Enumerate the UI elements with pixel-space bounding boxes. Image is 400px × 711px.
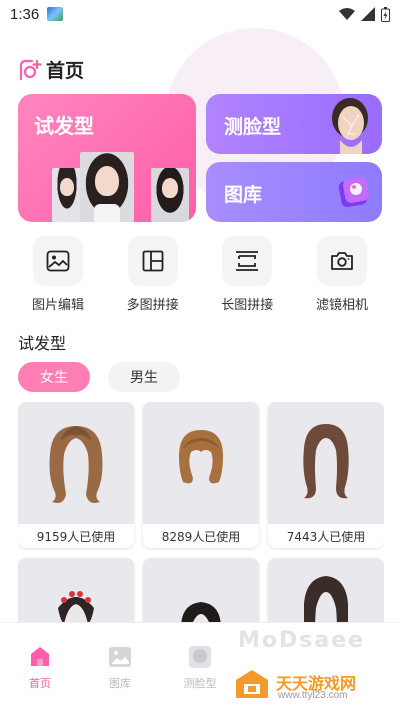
nav-label: 首页 (29, 677, 51, 690)
status-time: 1:36 (10, 5, 40, 23)
hairstyle-image (18, 558, 134, 622)
gallery-notification-icon (47, 7, 64, 21)
gender-tabs: 女生 男生 (18, 362, 180, 392)
tool-icon-box (127, 236, 178, 286)
page-header: 首页 (18, 56, 84, 83)
hair-wig-illustration (179, 430, 223, 484)
hairstyle-section-title: 试发型 (18, 334, 67, 353)
long-image-icon (236, 251, 259, 271)
tool-filter-camera[interactable]: 滤镜相机 (302, 236, 382, 313)
hair-wig-illustration (49, 426, 103, 503)
hair-wig-illustration (303, 424, 349, 499)
nav-home[interactable]: 首页 (0, 623, 80, 711)
tool-label: 长图拼接 (221, 298, 274, 313)
nav-gallery[interactable]: 图库 (80, 623, 160, 711)
grid-layout-icon (142, 250, 164, 272)
watermark-url: www.ttyl23.com (278, 690, 348, 701)
page-title: 首页 (46, 60, 85, 82)
hair-wig-illustration (58, 591, 94, 622)
hairstyle-item[interactable] (143, 558, 259, 622)
hairstyle-image (143, 558, 259, 622)
battery-icon (381, 6, 390, 22)
watermark-logo-icon (236, 670, 268, 698)
usage-count: 8289人已使用 (161, 529, 241, 544)
hair-wig-illustration (304, 576, 348, 622)
model-photo-center (80, 152, 134, 222)
wifi-icon (339, 8, 355, 20)
try-hairstyle-label: 试发型 (34, 114, 94, 138)
hairstyle-item[interactable]: 7443人已使用 (268, 402, 384, 548)
gallery-card[interactable]: 图库 (206, 162, 382, 222)
tool-icon-box (222, 236, 273, 286)
tool-label: 滤镜相机 (315, 298, 368, 313)
hairstyle-image (268, 558, 384, 622)
model-photo-right (151, 168, 189, 222)
tool-label: 多图拼接 (126, 298, 179, 313)
hairstyle-image (143, 402, 259, 524)
nav-label: 测脸型 (183, 677, 217, 690)
image-edit-icon (46, 250, 70, 272)
hair-wig-illustration (181, 602, 221, 622)
gallery-3d-icon (338, 177, 369, 208)
status-bar: 1:36 (0, 0, 400, 28)
tools-row: 图片编辑 多图拼接 长图拼接 滤镜相机 (18, 236, 382, 313)
app-logo-icon (19, 59, 42, 80)
home-icon (31, 647, 49, 666)
gallery-icon (109, 647, 131, 667)
face-shape-test-label: 测脸型 (224, 116, 282, 138)
face-scan-illustration (332, 98, 368, 154)
face-scan-icon (189, 646, 211, 668)
tool-icon-box (316, 236, 367, 286)
nav-label: 图库 (109, 677, 131, 690)
hairstyle-item[interactable] (18, 558, 134, 622)
hairstyle-item[interactable]: 8289人已使用 (143, 402, 259, 548)
gallery-label: 图库 (224, 184, 263, 206)
hairstyle-item[interactable]: 9159人已使用 (18, 402, 134, 548)
model-photo-left (52, 168, 82, 222)
tool-label: 图片编辑 (31, 298, 84, 313)
usage-count: 9159人已使用 (36, 529, 116, 544)
tab-male[interactable]: 男生 (108, 362, 180, 392)
tool-multi-collage[interactable]: 多图拼接 (113, 236, 193, 313)
tool-image-edit[interactable]: 图片编辑 (18, 236, 98, 313)
signal-icon (361, 7, 375, 21)
tab-female[interactable]: 女生 (18, 362, 90, 392)
watermark: MoDsaee 天天游戏网 www.ttyl23.com (230, 628, 400, 704)
hairstyle-image (18, 402, 134, 524)
usage-count: 7443人已使用 (286, 529, 366, 544)
watermark-ghost-text: MoDsaee (238, 628, 366, 653)
hairstyle-grid: 9159人已使用 8289人已使用 7443人已使用 (18, 402, 384, 622)
try-hairstyle-card[interactable]: 试发型 (18, 94, 196, 222)
nav-face-test[interactable]: 测脸型 (160, 623, 240, 711)
hairstyle-item[interactable] (268, 558, 384, 622)
camera-icon (331, 252, 353, 270)
hairstyle-image (268, 402, 384, 524)
tool-long-collage[interactable]: 长图拼接 (207, 236, 287, 313)
face-shape-test-card[interactable]: 测脸型 (206, 94, 382, 154)
tool-icon-box (33, 236, 83, 286)
